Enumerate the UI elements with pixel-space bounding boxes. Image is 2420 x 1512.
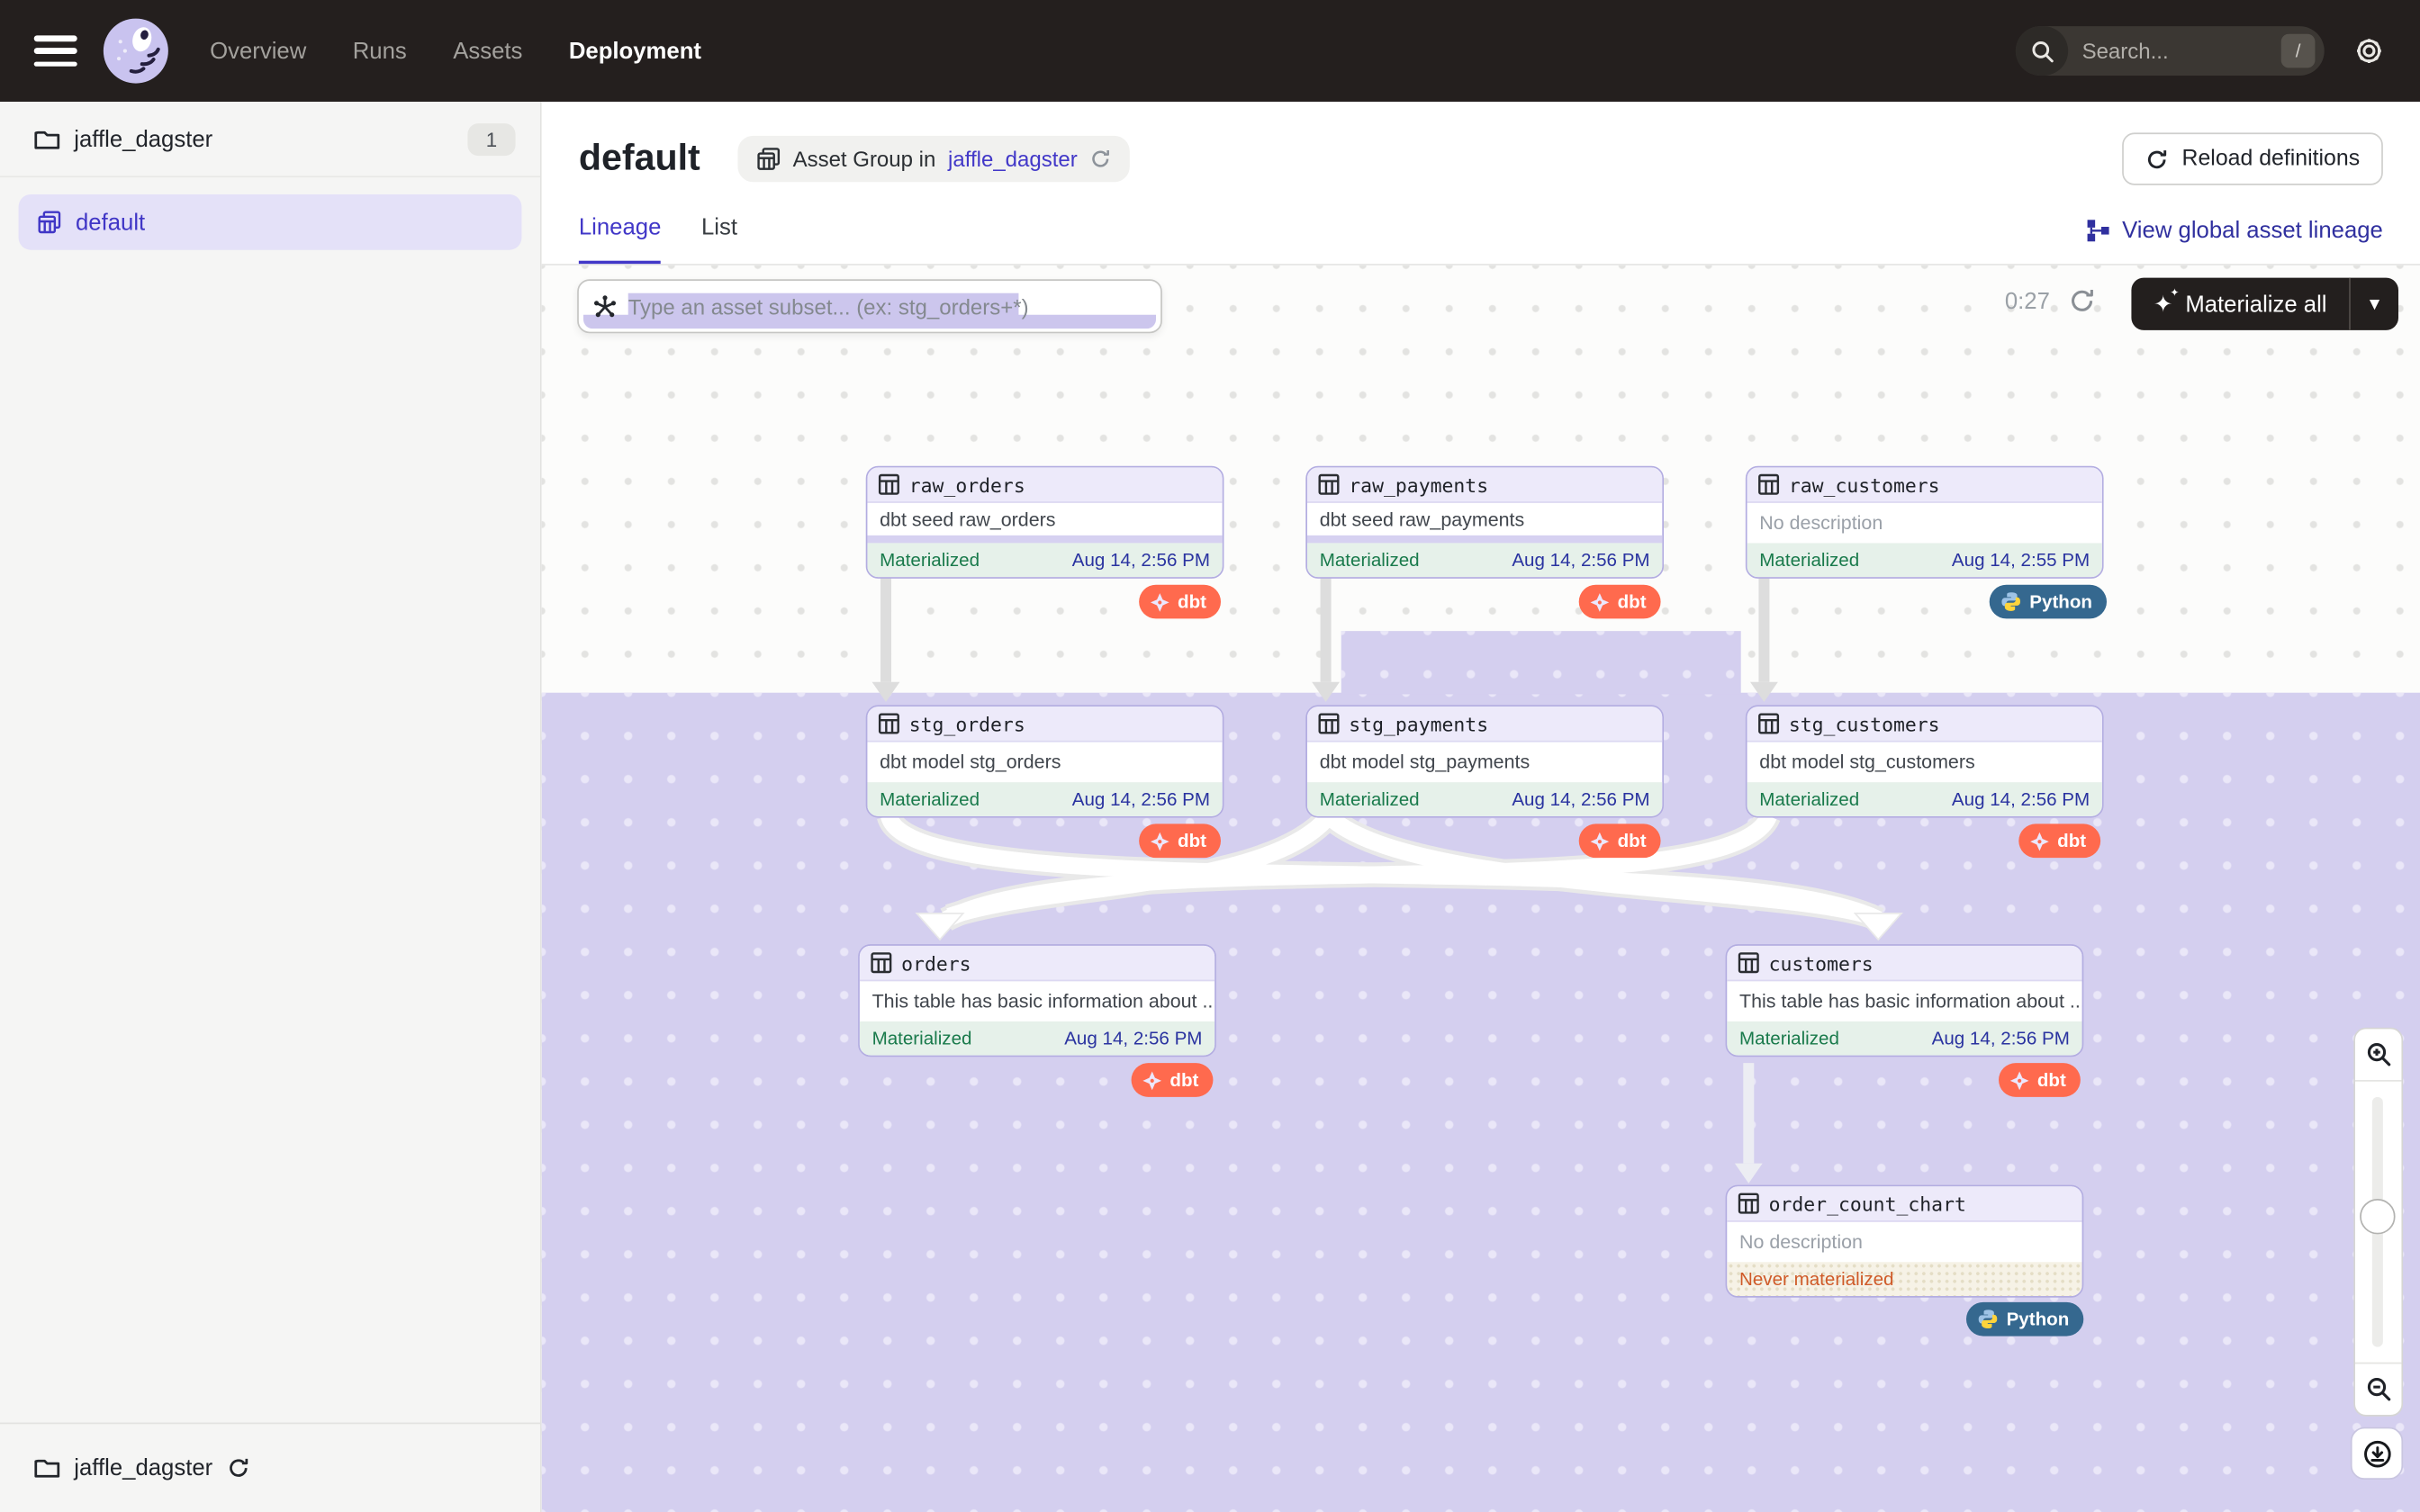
search-shortcut-badge: / [2281,34,2316,68]
asset-group-icon [755,147,780,171]
refresh-icon[interactable] [1089,148,1111,170]
dbt-kind-badge[interactable]: dbt [2018,824,2099,858]
zoom-controls [2353,1028,2403,1417]
table-icon [878,473,899,495]
nav-runs[interactable]: Runs [353,38,407,64]
asset-node-stg-orders[interactable]: stg_orders dbt model stg_orders Material… [866,705,1224,817]
download-graph-button[interactable] [2351,1427,2403,1480]
search-icon [2016,26,2068,76]
tab-lineage[interactable]: Lineage [579,214,662,264]
asset-group-icon [37,210,61,234]
partition-strip [1307,536,1662,544]
table-icon [1758,713,1780,734]
asset-node-customers[interactable]: customers This table has basic informati… [1726,944,2084,1057]
asset-group-prefix: Asset Group in [793,147,936,171]
dagster-app: Overview Runs Assets Deployment Search..… [0,0,2420,1512]
zoom-out-button[interactable] [2355,1363,2401,1415]
asset-subset-placeholder: Type an asset subset... (ex: stg_orders+… [628,294,1029,319]
asset-node-raw-orders[interactable]: raw_orders dbt seed raw_orders Materiali… [866,466,1224,579]
python-icon [1977,1309,1999,1330]
reload-definitions-button[interactable]: Reload definitions [2122,132,2383,184]
zoom-in-button[interactable] [2355,1029,2401,1081]
dbt-kind-badge[interactable]: dbt [1139,585,1220,619]
dbt-icon [1590,831,1610,850]
lineage-graph-icon [2087,219,2110,242]
nav-assets[interactable]: Assets [453,38,522,64]
dbt-icon [1590,591,1610,611]
page-title: default [579,138,700,181]
table-icon [878,713,899,734]
dbt-kind-badge[interactable]: dbt [1132,1063,1213,1097]
sidebar-footer-code-location[interactable]: jaffle_dagster [0,1423,540,1512]
refresh-countdown: 0:27 [2005,289,2050,315]
dbt-icon [1150,591,1169,611]
nav-overview[interactable]: Overview [210,38,306,64]
asset-subset-input[interactable]: Type an asset subset... (ex: stg_orders+… [577,279,1162,333]
dbt-kind-badge[interactable]: dbt [1579,824,1660,858]
reload-icon[interactable] [227,1456,250,1480]
reload-icon [2145,148,2168,171]
sidebar-project-label: jaffle_dagster [74,126,212,152]
partition-strip [867,536,1222,544]
view-global-asset-lineage-link[interactable]: View global asset lineage [2087,218,2383,264]
folder-icon [34,127,60,150]
folder-icon [34,1456,60,1480]
dbt-icon [1150,831,1169,850]
dbt-icon [2029,831,2049,850]
search-placeholder: Search... [2082,39,2281,63]
asset-node-order-count-chart[interactable]: order_count_chart No description Never m… [1726,1185,2084,1298]
sidebar-item-jaffle-dagster[interactable]: jaffle_dagster 1 [0,102,540,177]
table-icon [1738,1192,1759,1214]
tab-list[interactable]: List [701,214,737,264]
python-kind-badge[interactable]: Python [1966,1302,2083,1336]
search-input[interactable]: Search... / [2016,26,2325,76]
asset-group-link[interactable]: jaffle_dagster [948,147,1078,171]
asset-node-stg-customers[interactable]: stg_customers dbt model stg_customers Ma… [1746,705,2104,817]
python-kind-badge[interactable]: Python [1990,585,2107,619]
menu-icon[interactable] [34,35,77,66]
materialize-all-button[interactable]: ✦ Materialize all [2131,278,2398,330]
topbar: Overview Runs Assets Deployment Search..… [0,0,2420,102]
dagster-logo[interactable] [102,17,169,85]
sidebar-group-label: default [76,209,145,235]
dbt-kind-badge[interactable]: dbt [1999,1063,2080,1097]
dbt-icon [2009,1070,2029,1090]
dbt-kind-badge[interactable]: dbt [1139,824,1220,858]
op-selector-icon [592,294,617,319]
sparkle-icon: ✦ [2154,292,2173,316]
table-icon [1318,713,1340,734]
zoom-slider[interactable] [2355,1082,2401,1363]
asset-node-raw-customers[interactable]: raw_customers No description Materialize… [1746,466,2104,579]
page-header: default Asset Group in jaffle_dagster [542,102,2420,266]
table-icon [871,952,892,974]
asset-node-stg-payments[interactable]: stg_payments dbt model stg_payments Mate… [1305,705,1664,817]
dbt-icon [1142,1070,1162,1090]
table-icon [1758,473,1780,495]
settings-gear-icon[interactable] [2352,34,2387,68]
sidebar: jaffle_dagster 1 default jaffle_dagster [0,102,542,1512]
dbt-kind-badge[interactable]: dbt [1579,585,1660,619]
top-nav: Overview Runs Assets Deployment [210,38,701,64]
asset-node-raw-payments[interactable]: raw_payments dbt seed raw_payments Mater… [1305,466,1664,579]
lineage-graph-canvas[interactable]: Type an asset subset... (ex: stg_orders+… [542,266,2420,1512]
sidebar-project-count-badge: 1 [467,122,515,155]
asset-node-orders[interactable]: orders This table has basic information … [858,944,1216,1057]
asset-group-breadcrumb: Asset Group in jaffle_dagster [737,136,1130,182]
sidebar-item-default-group[interactable]: default [19,194,522,250]
lineage-edges [542,266,2420,1498]
table-icon [1318,473,1340,495]
python-icon [2000,591,2022,613]
zoom-slider-handle[interactable] [2360,1199,2395,1234]
materialize-dropdown-caret[interactable] [2349,278,2398,330]
nav-deployment[interactable]: Deployment [569,38,701,64]
graph-refresh-icon[interactable] [2068,287,2096,322]
table-icon [1738,952,1759,974]
footer-project-label: jaffle_dagster [74,1455,212,1481]
